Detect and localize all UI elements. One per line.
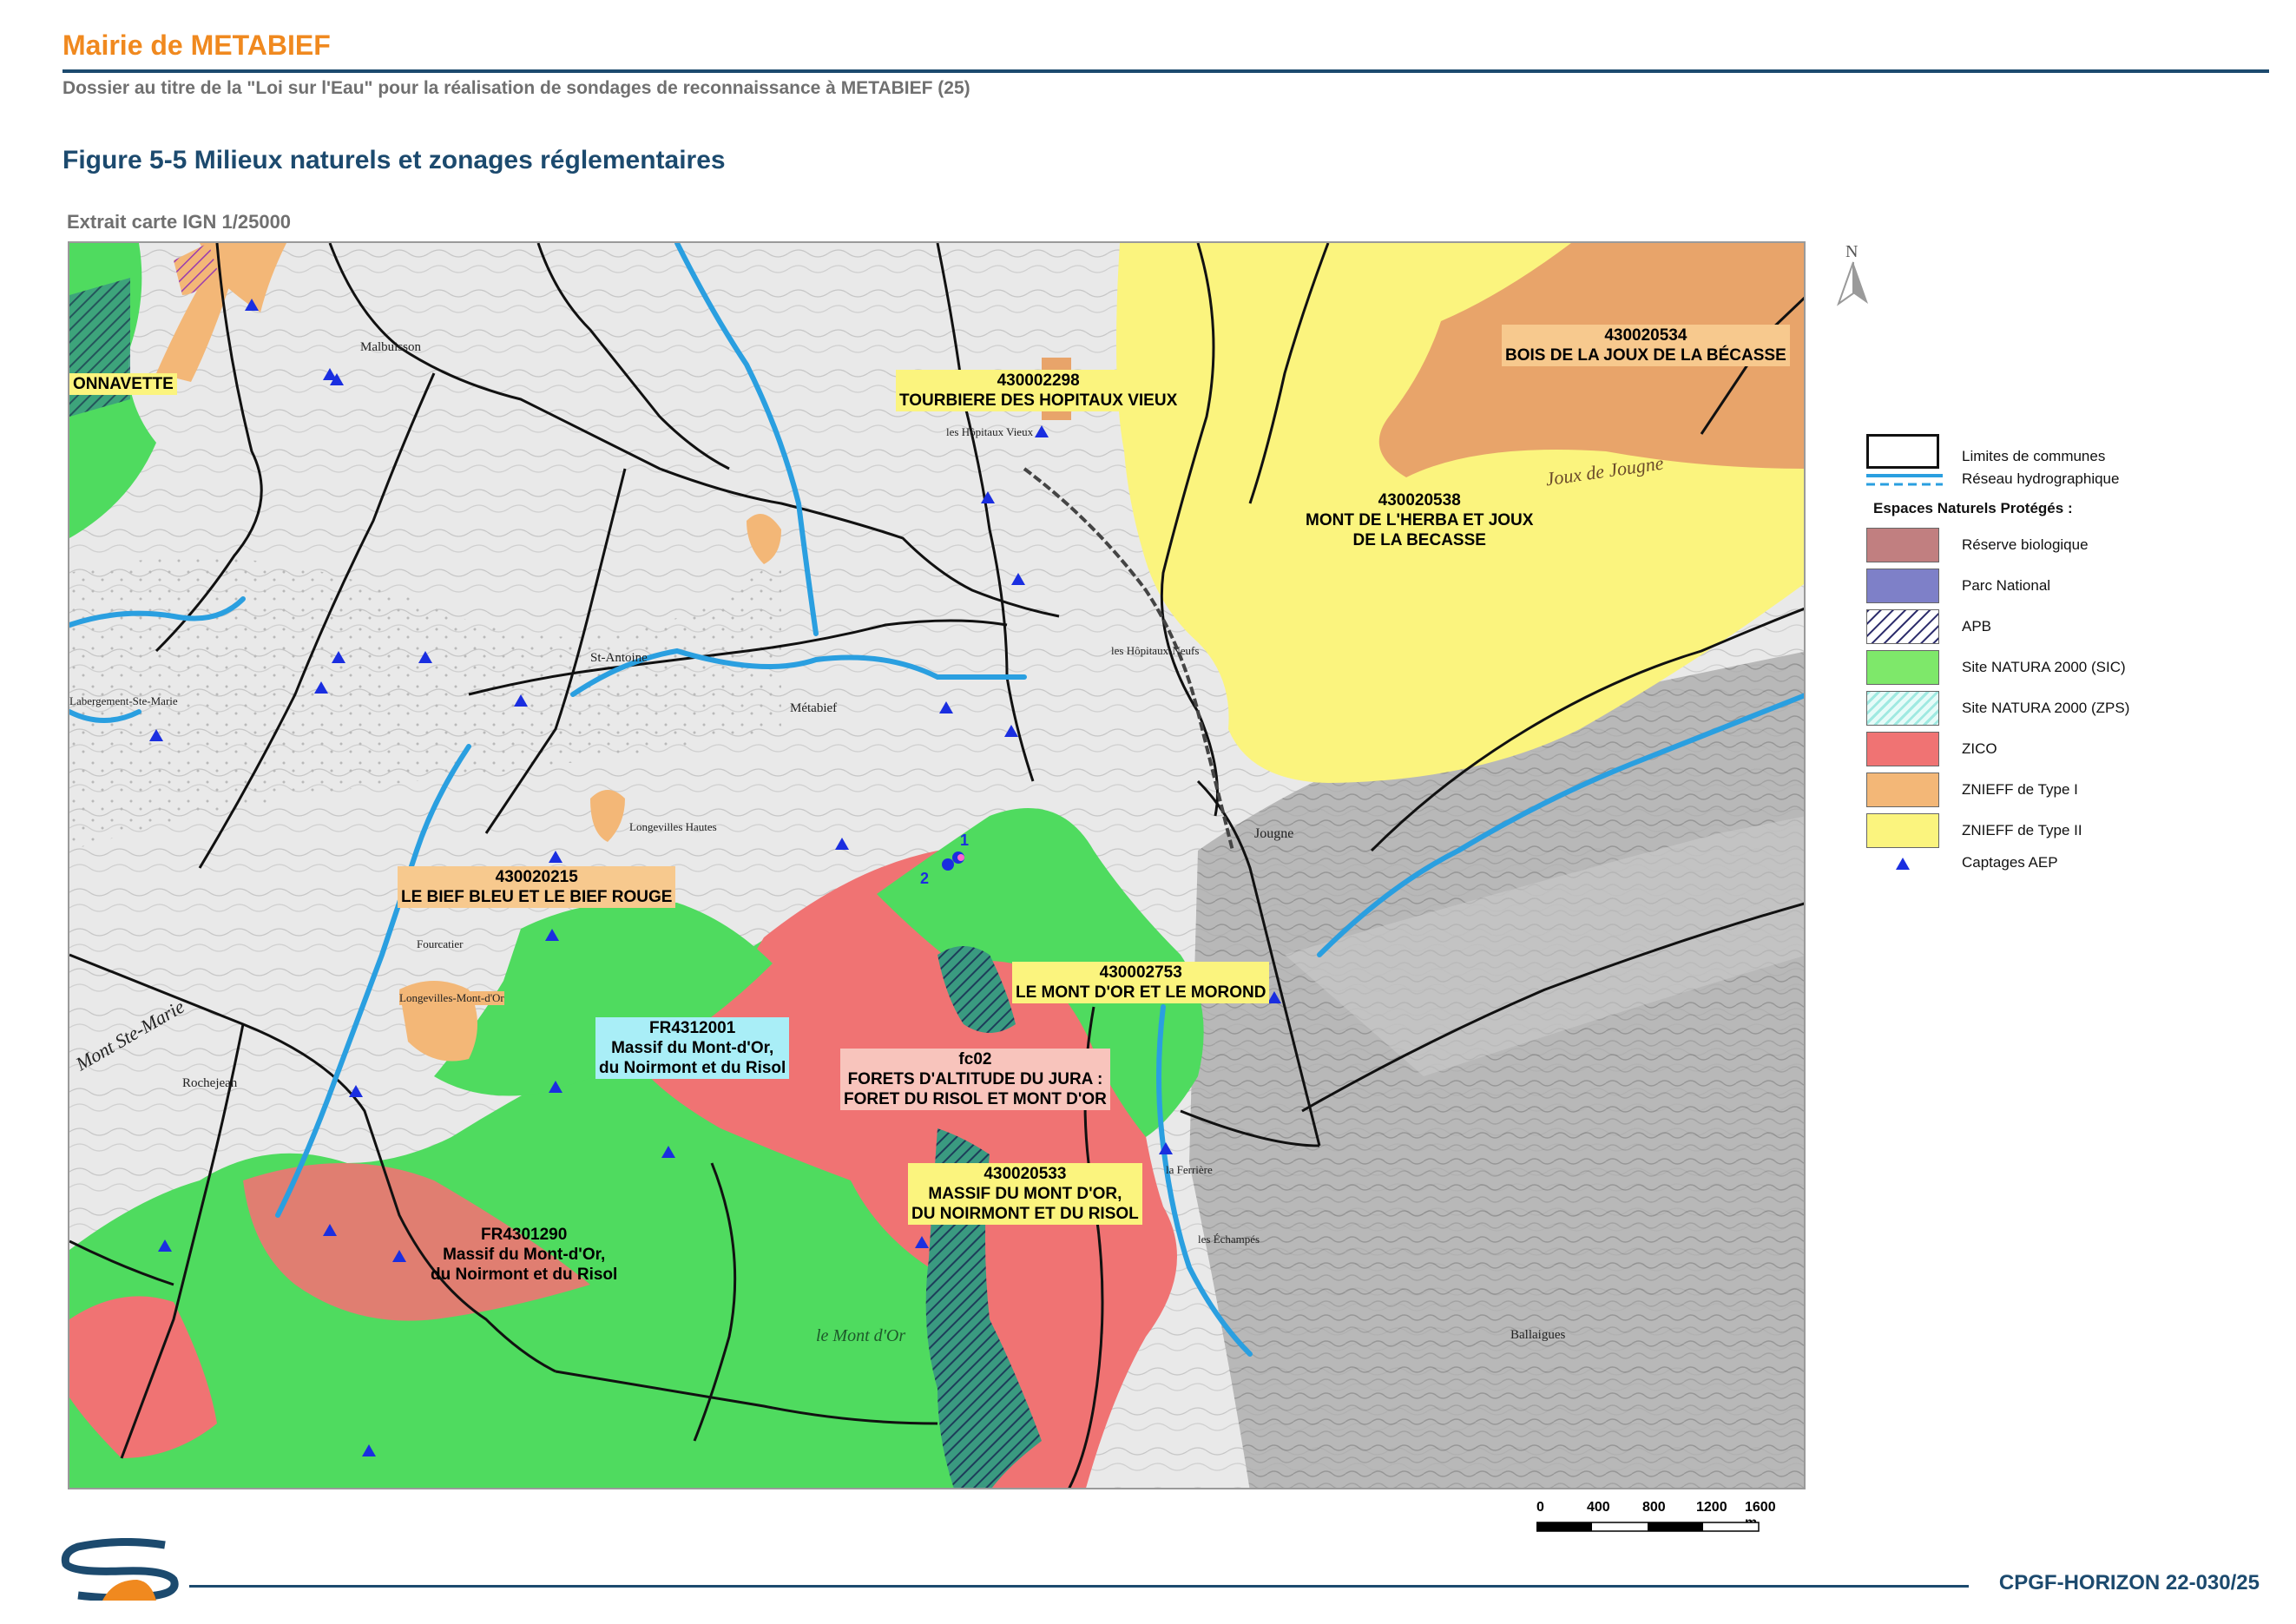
place-hopitaux-neufs: les Hôpitaux-Neufs — [1111, 644, 1200, 657]
scale-bar-graphic — [1536, 1522, 1760, 1532]
label-430020533: 430020533 MASSIF DU MONT D'OR, DU NOIRMONT… — [908, 1163, 1142, 1225]
label-430020534: 430020534 BOIS DE LA JOUX DE LA BÉCASSE — [1502, 325, 1790, 366]
footer-document-code: CPGF-HORIZON 22-030/25 — [1998, 1571, 2260, 1594]
legend-label-znieff2: ZNIEFF de Type II — [1962, 822, 2082, 838]
legend-swatch-captage-icon — [1896, 858, 1910, 870]
north-label: N — [1845, 242, 1858, 261]
label-430002298: 430002298 TOURBIERE DES HOPITAUX VIEUX — [896, 370, 1181, 411]
legend-swatch-parc — [1866, 569, 1939, 603]
place-metabief: Métabief — [790, 701, 838, 715]
place-le-mont-dor: le Mont d'Or — [816, 1326, 906, 1345]
legend-row-captages: Captages AEP — [1866, 854, 2266, 875]
legend-label-captages: Captages AEP — [1962, 854, 2058, 871]
legend-row-zico: ZICO — [1866, 732, 2266, 766]
place-hopitaux-vieux: les Hôpitaux Vieux — [946, 425, 1034, 438]
header-rule — [62, 69, 2269, 73]
footer-rule — [189, 1585, 1969, 1588]
legend-swatch-zico — [1866, 732, 1939, 766]
map-panel[interactable]: Métabief Jougne St-Antoine les Hôpitaux … — [68, 241, 1806, 1489]
legend-label-apb: APB — [1962, 618, 1992, 634]
place-st-antoine: St-Antoine — [590, 651, 648, 665]
legend-swatch-hydro — [1866, 474, 1943, 486]
legend-label-zps: Site NATURA 2000 (ZPS) — [1962, 700, 2130, 716]
zone-zps-west-north[interactable] — [69, 278, 130, 417]
legend-row-apb: APB — [1866, 609, 2266, 644]
map-canvas — [69, 243, 1804, 1488]
legend-label-reserve: Réserve biologique — [1962, 536, 2089, 553]
legend-row-znieff1: ZNIEFF de Type I — [1866, 773, 2266, 807]
legend-label-communes: Limites de communes — [1962, 448, 2106, 464]
legend-label-parc: Parc National — [1962, 577, 2051, 594]
legend-swatch-reserve — [1866, 528, 1939, 562]
legend-label-hydro: Réseau hydrographique — [1962, 470, 2120, 487]
place-la-ferriere: la Ferrière — [1166, 1163, 1213, 1176]
label-fr4301290: FR4301290 Massif du Mont-d'Or, du Noirmont… — [431, 1226, 618, 1284]
header-subtitle: Dossier au titre de la "Loi sur l'Eau" p… — [62, 78, 970, 98]
captage-label-1: 1 — [960, 832, 970, 849]
label-430020538: 430020538 MONT DE L'HERBA ET JOUX DE LA BE… — [1302, 490, 1537, 551]
legend-row-communes: Limites de communes — [1866, 434, 2266, 469]
scale-tick-800: 800 — [1642, 1500, 1666, 1515]
legend-row-zps: Site NATURA 2000 (ZPS) — [1866, 691, 2266, 726]
scale-tick-1200: 1200 — [1696, 1500, 1727, 1515]
label-fc02: fc02 FORETS D'ALTITUDE DU JURA : FORET DU … — [840, 1049, 1110, 1110]
scale-tick-0: 0 — [1536, 1500, 1544, 1515]
north-arrow-icon: N — [1837, 242, 1868, 306]
label-fr4312001: FR4312001 Massif du Mont-d'Or, du Noirmont… — [595, 1017, 790, 1079]
scale-bar: 0 400 800 1200 1600 m — [1536, 1500, 1788, 1543]
place-fourcatier: Fourcatier — [417, 937, 464, 950]
legend-swatch-znieff1 — [1866, 773, 1939, 807]
legend-row-znieff2: ZNIEFF de Type II — [1866, 813, 2266, 848]
legend-label-zico: ZICO — [1962, 740, 1997, 757]
legend-swatch-znieff2 — [1866, 813, 1939, 848]
label-430002753: 430002753 LE MONT D'OR ET LE MOROND — [1012, 962, 1270, 1003]
legend-row-reserve: Réserve biologique — [1866, 528, 2266, 562]
place-longevilles-mont-dor: Longevilles-Mont-d'Or — [399, 991, 504, 1005]
captage-label-2: 2 — [920, 870, 930, 887]
place-labergement: Labergement-Ste-Marie — [69, 694, 178, 707]
legend-row-sic: Site NATURA 2000 (SIC) — [1866, 650, 2266, 685]
figure-extract-note: Extrait carte IGN 1/25000 — [67, 211, 292, 233]
label-onnavette: ONNAVETTE — [69, 373, 177, 395]
place-rochejean: Rochejean — [182, 1076, 238, 1090]
legend-swatch-zps — [1866, 691, 1939, 726]
place-malbuisson: Malbuisson — [360, 340, 422, 354]
legend-swatch-apb — [1866, 609, 1939, 644]
cpgf-logo-icon — [61, 1538, 179, 1601]
legend-row-parc: Parc National — [1866, 569, 2266, 603]
legend-swatch-communes — [1866, 434, 1939, 469]
legend-label-znieff1: ZNIEFF de Type I — [1962, 781, 2078, 798]
place-les-echampes: les Échampés — [1198, 1233, 1260, 1246]
legend-row-hydro: Réseau hydrographique — [1866, 470, 2266, 490]
header-title: Mairie de METABIEF — [62, 30, 331, 61]
legend-heading-protected: Espaces Naturels Protégés : — [1873, 500, 2073, 516]
place-jougne: Jougne — [1254, 826, 1294, 841]
legend-label-sic: Site NATURA 2000 (SIC) — [1962, 659, 2126, 675]
place-longevilles-hautes: Longevilles Hautes — [629, 820, 717, 833]
label-430020215: 430020215 LE BIEF BLEU ET LE BIEF ROUGE — [398, 866, 676, 908]
scale-tick-400: 400 — [1587, 1500, 1610, 1515]
legend-swatch-sic — [1866, 650, 1939, 685]
figure-title: Figure 5-5 Milieux naturels et zonages r… — [62, 146, 726, 174]
place-ballaigues: Ballaigues — [1510, 1328, 1566, 1342]
